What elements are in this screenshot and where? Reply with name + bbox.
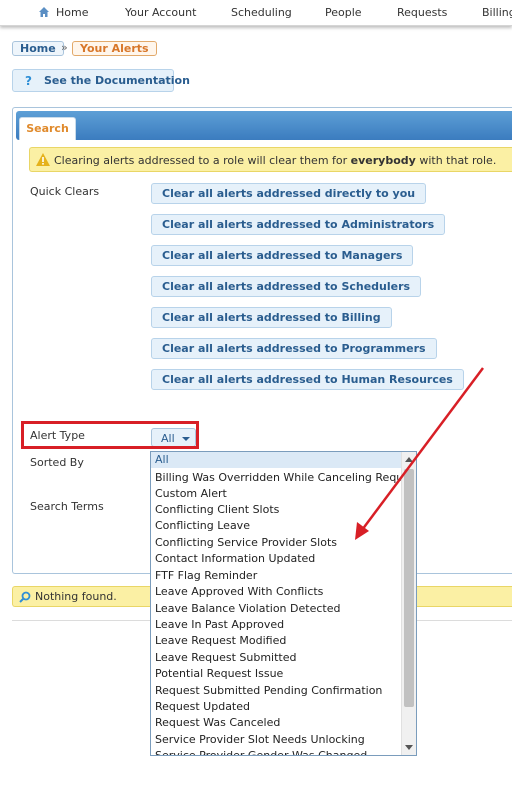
alert-type-dropdown[interactable]: All Billing Was Overridden While Canceli… — [150, 451, 417, 756]
question-icon: ? — [25, 74, 32, 88]
search-terms-label: Search Terms — [30, 500, 104, 513]
nav-people[interactable]: People — [325, 6, 362, 19]
breadcrumb-current[interactable]: Your Alerts — [72, 41, 157, 56]
clear-billing-button[interactable]: Clear all alerts addressed to Billing — [151, 307, 392, 328]
clear-managers-button[interactable]: Clear all alerts addressed to Managers — [151, 245, 414, 266]
dropdown-option[interactable]: Leave Request Modified — [151, 633, 401, 649]
dropdown-option[interactable]: Leave Request Submitted — [151, 650, 401, 666]
top-nav: Home Your Account Scheduling People Requ… — [0, 0, 512, 26]
dropdown-option[interactable]: Conflicting Leave — [151, 518, 401, 534]
dropdown-option[interactable]: Request Submitted Pending Confirmation — [151, 683, 401, 699]
home-icon — [39, 7, 49, 17]
dropdown-option[interactable]: Service Provider Gender Was Changed — [151, 748, 401, 755]
documentation-button[interactable]: ? See the Documentation — [12, 69, 190, 92]
documentation-button-label: See the Documentation — [44, 74, 190, 87]
warning-text-before: Clearing alerts addressed to a role will… — [54, 154, 351, 167]
nav-home[interactable]: Home — [56, 6, 88, 19]
dropdown-option[interactable]: Leave In Past Approved — [151, 617, 401, 633]
clear-direct-button[interactable]: Clear all alerts addressed directly to y… — [151, 183, 427, 204]
dropdown-scrollbar[interactable] — [401, 452, 416, 755]
scroll-thumb[interactable] — [404, 469, 414, 707]
dropdown-option[interactable]: FTF Flag Reminder — [151, 568, 401, 584]
clear-schedulers-button[interactable]: Clear all alerts addressed to Schedulers — [151, 276, 422, 297]
nav-scheduling[interactable]: Scheduling — [231, 6, 292, 19]
scroll-down-icon[interactable] — [405, 745, 413, 750]
warning-text-bold: everybody — [350, 154, 416, 167]
dropdown-option[interactable]: All — [151, 452, 401, 468]
nav-your-account[interactable]: Your Account — [125, 6, 196, 19]
tab-search[interactable]: Search — [19, 117, 76, 140]
scroll-up-icon[interactable] — [405, 457, 413, 462]
nav-requests[interactable]: Requests — [397, 6, 447, 19]
dropdown-option[interactable]: Contact Information Updated — [151, 551, 401, 567]
dropdown-option[interactable]: Leave Approved With Conflicts — [151, 584, 401, 600]
warning-icon — [36, 153, 50, 166]
warning-text: Clearing alerts addressed to a role will… — [54, 154, 496, 167]
alert-type-highlight — [21, 421, 199, 449]
nav-billing[interactable]: Billing — [482, 6, 512, 19]
breadcrumb-home[interactable]: Home — [12, 41, 64, 56]
dropdown-option[interactable]: Custom Alert — [151, 486, 401, 502]
dropdown-option[interactable]: Request Was Canceled — [151, 715, 401, 731]
quick-clears-label: Quick Clears — [30, 185, 100, 198]
sorted-by-label: Sorted By — [30, 456, 84, 469]
dropdown-option[interactable]: Billing Was Overridden While Canceling R… — [151, 470, 401, 486]
dropdown-option[interactable]: Leave Balance Violation Detected — [151, 601, 401, 617]
dropdown-option[interactable]: Service Provider Slot Needs Unlocking — [151, 732, 401, 748]
role-clear-warning: Clearing alerts addressed to a role will… — [29, 147, 512, 172]
dropdown-option[interactable]: Conflicting Service Provider Slots — [151, 535, 401, 551]
dropdown-option[interactable]: Conflicting Client Slots — [151, 502, 401, 518]
breadcrumb-separator: » — [61, 41, 68, 54]
clear-programmers-button[interactable]: Clear all alerts addressed to Programmer… — [151, 338, 437, 359]
warning-text-after: with that role. — [415, 154, 497, 167]
dropdown-option[interactable]: Potential Request Issue — [151, 666, 401, 682]
clear-human-resources-button[interactable]: Clear all alerts addressed to Human Reso… — [151, 369, 464, 390]
nothing-found-text: Nothing found. — [35, 590, 117, 603]
tab-bar: Search — [16, 111, 512, 140]
magnifier-icon — [19, 591, 31, 603]
dropdown-option[interactable]: Request Updated — [151, 699, 401, 715]
clear-administrators-button[interactable]: Clear all alerts addressed to Administra… — [151, 214, 446, 235]
